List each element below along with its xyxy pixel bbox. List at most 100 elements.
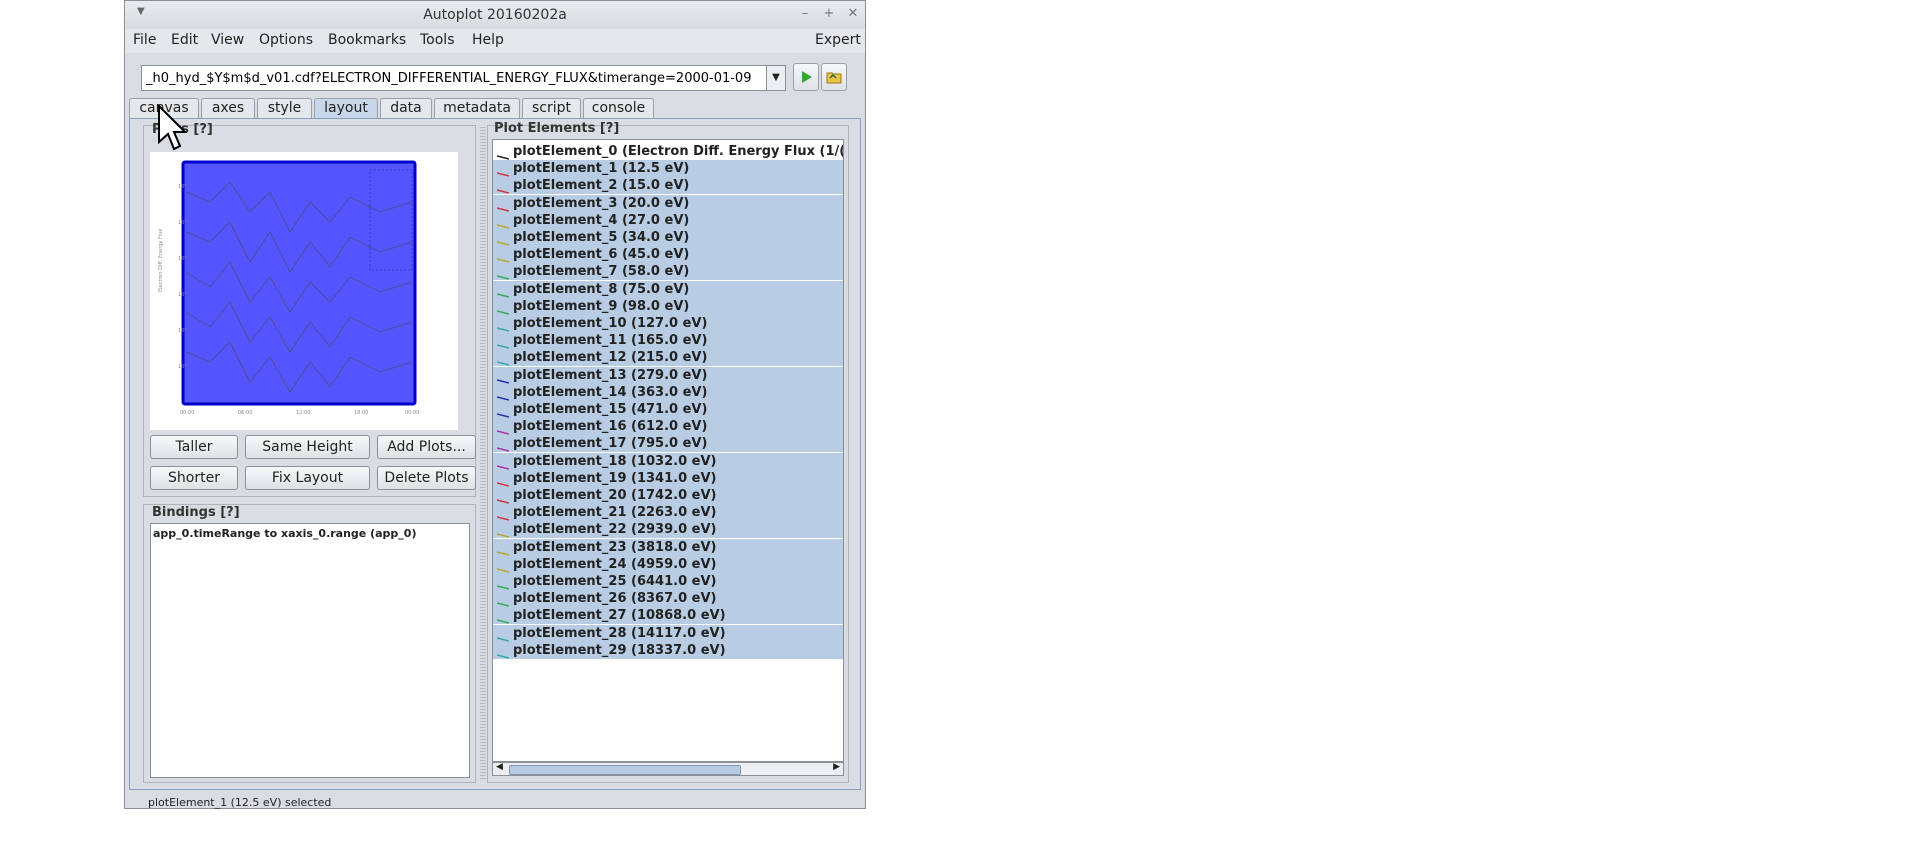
plot-element-row[interactable]: plotElement_16 (612.0 eV) (493, 418, 843, 436)
plot-element-label: plotElement_4 (27.0 eV) (513, 212, 690, 228)
plot-element-row[interactable]: plotElement_8 (75.0 eV) (493, 280, 843, 298)
plot-element-row[interactable]: plotElement_2 (15.0 eV) (493, 177, 843, 195)
menu-file[interactable]: File (133, 32, 156, 48)
taller-button[interactable]: Taller (150, 435, 238, 459)
plot-element-label: plotElement_22 (2939.0 eV) (513, 522, 717, 538)
line-swatch-icon (496, 544, 510, 556)
plot-element-row[interactable]: plotElement_11 (165.0 eV) (493, 332, 843, 350)
uri-history-dropdown[interactable]: ▼ (766, 65, 786, 91)
scroll-right-icon[interactable]: ▶ (833, 762, 840, 772)
line-swatch-icon (496, 372, 510, 384)
tab-metadata[interactable]: metadata (434, 98, 520, 118)
plot-element-row[interactable]: plotElement_12 (215.0 eV) (493, 349, 843, 367)
plot-element-row[interactable]: plotElement_25 (6441.0 eV) (493, 573, 843, 590)
plot-element-row[interactable]: plotElement_10 (127.0 eV) (493, 315, 843, 332)
plot-element-label: plotElement_11 (165.0 eV) (513, 333, 708, 349)
scrollbar-thumb[interactable] (509, 765, 741, 775)
tab-console[interactable]: console (583, 98, 654, 118)
delete-plots-button[interactable]: Delete Plots (377, 466, 476, 490)
line-swatch-icon (496, 320, 510, 332)
panel-splitter[interactable] (480, 125, 486, 781)
plot-element-label: plotElement_6 (45.0 eV) (513, 247, 690, 263)
binding-item[interactable]: app_0.timeRange to xaxis_0.range (app_0) (153, 527, 416, 540)
plot-element-row[interactable]: plotElement_20 (1742.0 eV) (493, 487, 843, 504)
menu-expert[interactable]: Expert (815, 32, 861, 48)
tab-data[interactable]: data (380, 98, 432, 118)
add-plots-button[interactable]: Add Plots... (377, 435, 476, 459)
plot-element-row[interactable]: plotElement_17 (795.0 eV) (493, 435, 843, 453)
plot-element-row[interactable]: plotElement_26 (8367.0 eV) (493, 590, 843, 608)
scroll-left-icon[interactable]: ◀ (496, 762, 503, 772)
line-swatch-icon (496, 286, 510, 298)
uri-input[interactable] (142, 66, 760, 90)
chevron-down-icon: ▼ (772, 72, 780, 83)
shorter-button[interactable]: Shorter (150, 466, 238, 490)
menu-edit[interactable]: Edit (171, 32, 198, 48)
line-swatch-icon (496, 217, 510, 229)
plot-element-row[interactable]: plotElement_15 (471.0 eV) (493, 401, 843, 418)
uri-field-container (141, 65, 767, 91)
plot-element-row[interactable]: plotElement_1 (12.5 eV) (493, 160, 843, 178)
window-title: Autoplot 20160202a (423, 7, 567, 23)
browse-button[interactable] (821, 63, 847, 91)
plot-element-row[interactable]: plotElement_3 (20.0 eV) (493, 194, 843, 212)
plot-element-label: plotElement_27 (10868.0 eV) (513, 608, 726, 624)
plot-element-row[interactable]: plotElement_0 (Electron Diff. Energy Flu… (493, 143, 843, 160)
plot-element-label: plotElement_17 (795.0 eV) (513, 436, 708, 452)
plot-element-row[interactable]: plotElement_28 (14117.0 eV) (493, 624, 843, 642)
line-swatch-icon (496, 268, 510, 281)
plot-element-row[interactable]: plotElement_29 (18337.0 eV) (493, 641, 843, 659)
plot-element-row[interactable]: plotElement_14 (363.0 eV) (493, 383, 843, 401)
plot-element-label: plotElement_3 (20.0 eV) (513, 195, 690, 211)
horizontal-scrollbar[interactable]: ◀ ▶ (492, 762, 844, 776)
line-swatch-icon (496, 234, 510, 246)
plot-elements-list[interactable]: plotElement_0 (Electron Diff. Energy Flu… (492, 139, 844, 762)
close-button[interactable]: ✕ (844, 5, 862, 23)
plot-element-label: plotElement_29 (18337.0 eV) (513, 642, 726, 658)
plot-element-row[interactable]: plotElement_13 (279.0 eV) (493, 366, 843, 384)
plot-element-label: plotElement_12 (215.0 eV) (513, 350, 708, 366)
tab-axes[interactable]: axes (201, 98, 255, 118)
plot-element-row[interactable]: plotElement_27 (10868.0 eV) (493, 607, 843, 625)
menu-tools[interactable]: Tools (420, 32, 455, 48)
maximize-button[interactable]: + (820, 5, 838, 23)
plot-element-label: plotElement_23 (3818.0 eV) (513, 539, 717, 555)
plot-element-label: plotElement_15 (471.0 eV) (513, 402, 708, 417)
line-swatch-icon (496, 630, 510, 642)
plot-element-row[interactable]: plotElement_18 (1032.0 eV) (493, 452, 843, 470)
fix-layout-button[interactable]: Fix Layout (245, 466, 370, 490)
line-swatch-icon (496, 148, 510, 160)
plot-element-row[interactable]: plotElement_7 (58.0 eV) (493, 263, 843, 281)
plot-element-row[interactable]: plotElement_19 (1341.0 eV) (493, 469, 843, 487)
plot-element-row[interactable]: plotElement_4 (27.0 eV) (493, 211, 843, 229)
plot-element-row[interactable]: plotElement_5 (34.0 eV) (493, 229, 843, 246)
bindings-list[interactable]: app_0.timeRange to xaxis_0.range (app_0) (150, 523, 470, 778)
canvas-thumbnail: 10⁸ 10⁷ 10⁶ 10⁵ 10⁴ 10³ 00:00 06:00 12:0… (158, 160, 419, 416)
line-swatch-icon (496, 406, 510, 418)
menu-help[interactable]: Help (472, 32, 504, 48)
plot-element-row[interactable]: plotElement_9 (98.0 eV) (493, 297, 843, 315)
tab-layout[interactable]: layout (314, 98, 378, 118)
plot-thumbnail[interactable] (181, 160, 417, 406)
plot-element-row[interactable]: plotElement_23 (3818.0 eV) (493, 538, 843, 556)
plot-element-row[interactable]: plotElement_24 (4959.0 eV) (493, 555, 843, 573)
minimize-button[interactable]: – (796, 5, 814, 23)
menu-view[interactable]: View (211, 32, 244, 48)
tab-style[interactable]: style (257, 98, 312, 118)
plot-element-row[interactable]: plotElement_21 (2263.0 eV) (493, 504, 843, 522)
title-bar[interactable]: ▼ Autoplot 20160202a – + ✕ (125, 1, 865, 30)
folder-icon (826, 72, 842, 84)
plot-element-label: plotElement_19 (1341.0 eV) (513, 470, 717, 486)
tab-script[interactable]: script (522, 98, 581, 118)
menu-options[interactable]: Options (259, 32, 313, 48)
plot-element-label: plotElement_7 (58.0 eV) (513, 264, 690, 280)
same-height-button[interactable]: Same Height (245, 435, 370, 459)
menu-bookmarks[interactable]: Bookmarks (328, 32, 406, 48)
plot-element-label: plotElement_13 (279.0 eV) (513, 367, 708, 383)
plot-element-row[interactable]: plotElement_22 (2939.0 eV) (493, 521, 843, 539)
go-button[interactable] (793, 63, 819, 91)
plot-element-row[interactable]: plotElement_6 (45.0 eV) (493, 246, 843, 264)
line-swatch-icon (496, 423, 510, 435)
svg-text:10⁶: 10⁶ (178, 256, 186, 262)
canvas-preview[interactable]: 10⁸ 10⁷ 10⁶ 10⁵ 10⁴ 10³ 00:00 06:00 12:0… (150, 152, 458, 430)
